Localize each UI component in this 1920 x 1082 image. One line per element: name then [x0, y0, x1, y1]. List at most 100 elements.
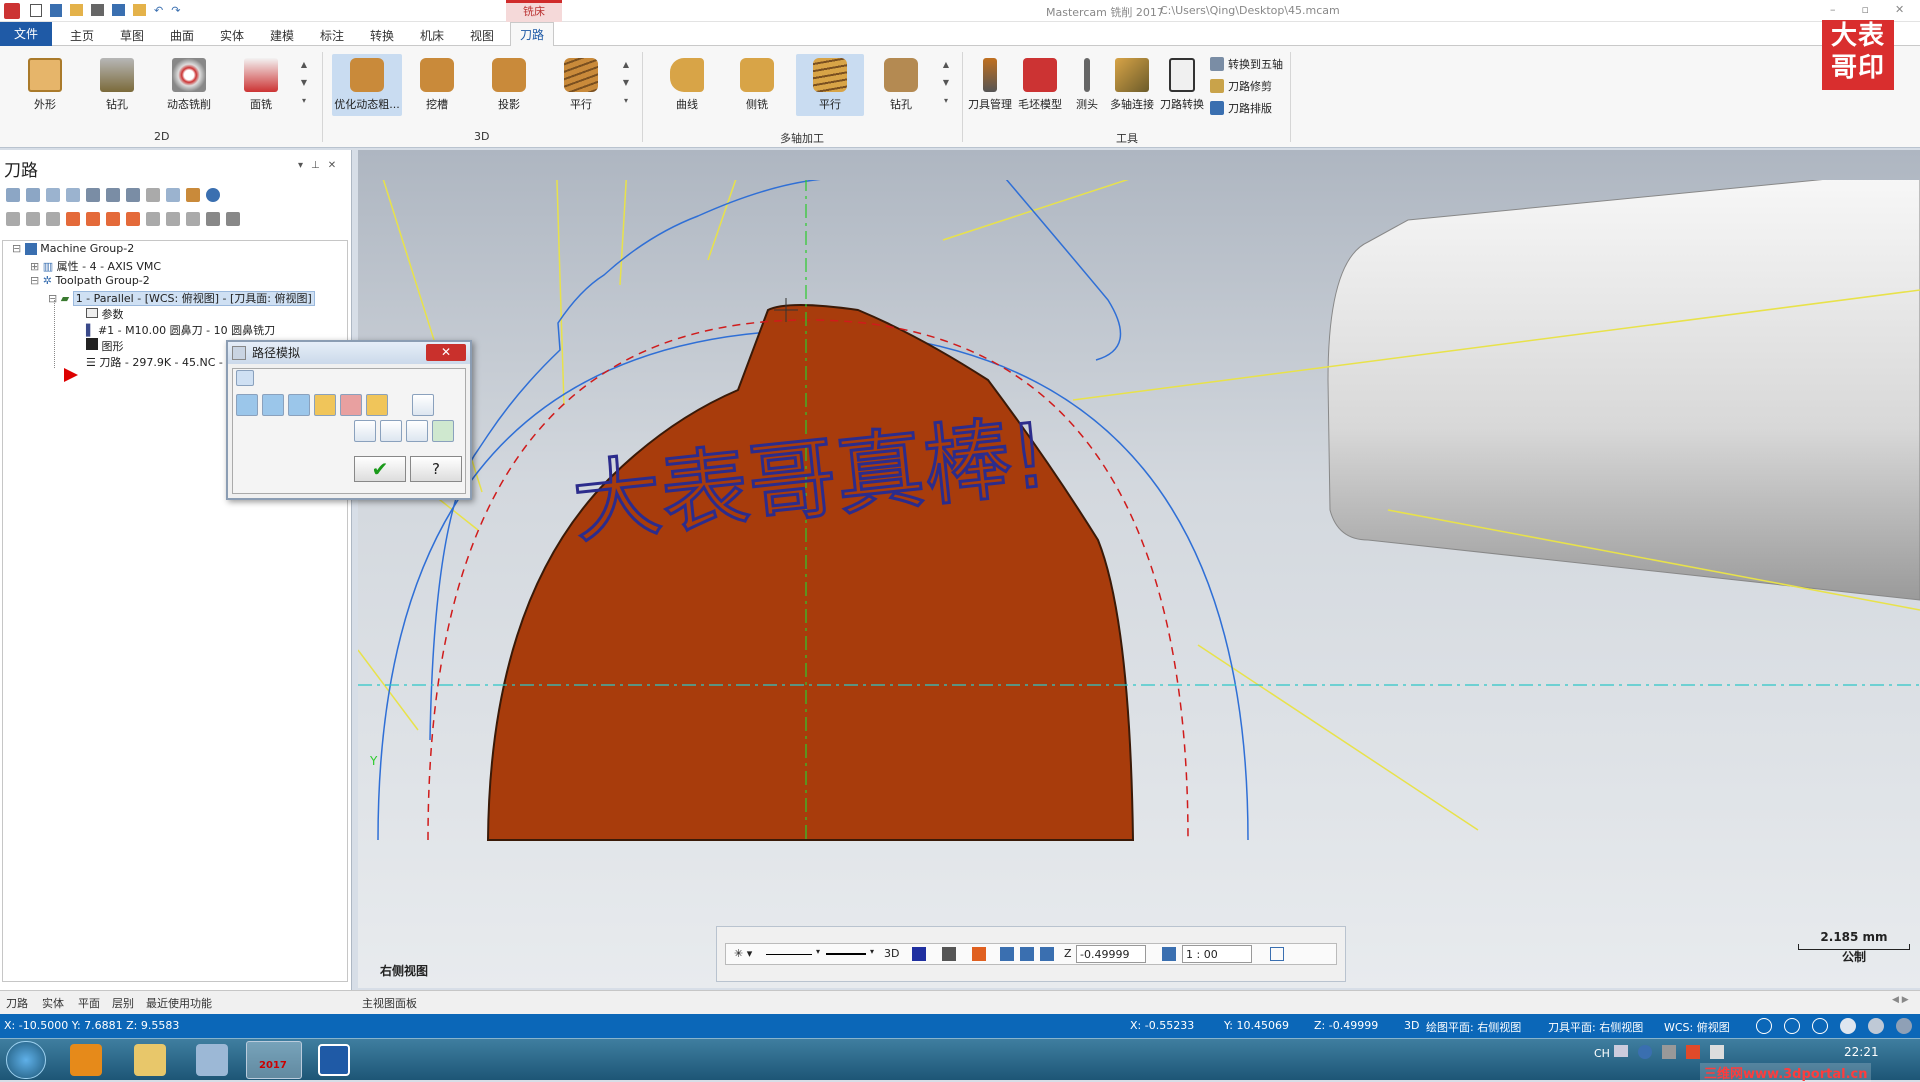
graphics-viewport[interactable]: 大表哥真棒! Z Y 右侧视图 2.185 mm 公制: [358, 150, 1920, 988]
line-style-dropdown-icon[interactable]: ▾: [816, 947, 820, 956]
line-width-dropdown-icon[interactable]: ▾: [870, 947, 874, 956]
mode-3d-toggle[interactable]: 3D: [884, 947, 899, 960]
tree-node-tool[interactable]: ▌ #1 - M10.00 圆鼻刀 - 10 圆鼻铣刀: [86, 322, 275, 338]
point-style-select[interactable]: ✳ ▾: [734, 947, 752, 960]
open-icon[interactable]: [70, 4, 83, 16]
gallery-scroll[interactable]: ▲ ▼ ▾: [298, 56, 310, 116]
edit-icon[interactable]: [186, 188, 200, 202]
speaker-icon[interactable]: [1710, 1045, 1724, 1059]
menu-solid[interactable]: 实体: [220, 27, 244, 44]
tab-levels[interactable]: 层别: [112, 995, 134, 1011]
menu-view[interactable]: 视图: [470, 27, 494, 44]
tree-node-geometry[interactable]: 图形: [86, 338, 124, 354]
toggle-post-icon[interactable]: [46, 212, 60, 226]
ribbon-parallel-multiaxis-button[interactable]: 平行: [796, 54, 864, 116]
machine-def-icon[interactable]: [206, 212, 220, 226]
start-button[interactable]: [6, 1041, 46, 1079]
configure-icon[interactable]: [412, 394, 434, 416]
ribbon-face-button[interactable]: 面铣: [230, 58, 292, 112]
save-geometry-icon[interactable]: [432, 420, 454, 442]
solid-color-icon[interactable]: [942, 947, 956, 961]
select-all-icon[interactable]: [6, 188, 20, 202]
help-button[interactable]: ?: [410, 456, 462, 482]
ribbon-curve-button[interactable]: 曲线: [656, 58, 718, 112]
menu-toolpaths[interactable]: 刀路: [510, 22, 555, 46]
shaded-sphere-icon[interactable]: [1840, 1018, 1856, 1034]
app-icon[interactable]: [4, 3, 20, 19]
ribbon-pocket-button[interactable]: 挖槽: [406, 58, 468, 112]
status-x[interactable]: X: -0.55233: [1130, 1019, 1194, 1032]
tab-solids[interactable]: 实体: [42, 995, 64, 1011]
menu-model[interactable]: 建模: [270, 27, 294, 44]
toolpath-section-icon[interactable]: [380, 420, 402, 442]
viewsheet-scroll[interactable]: ◀ ▶: [1892, 995, 1909, 1005]
collapse-icon[interactable]: [236, 370, 254, 386]
tree-node-parameters[interactable]: 参数: [86, 306, 124, 322]
viewport-canvas[interactable]: 大表哥真棒! Z Y: [358, 180, 1920, 988]
lock-icon[interactable]: [6, 212, 20, 226]
dialog-close-button[interactable]: ✕: [426, 344, 466, 361]
group-icon[interactable]: [1040, 947, 1054, 961]
simulate-icon[interactable]: [126, 188, 140, 202]
minimize-icon[interactable]: –: [1830, 3, 1836, 16]
ok-button[interactable]: ✔: [354, 456, 406, 482]
panel-toolbar-row2[interactable]: [6, 212, 296, 228]
expand-icon[interactable]: [166, 212, 180, 226]
status-y[interactable]: Y: 10.45069: [1224, 1019, 1289, 1032]
status-tplane[interactable]: 刀具平面: 右侧视图: [1548, 1019, 1643, 1035]
move-up-icon[interactable]: [86, 212, 100, 226]
ribbon-optirough-button[interactable]: 优化动态粗...: [332, 54, 402, 116]
tab-planes[interactable]: 平面: [78, 995, 100, 1011]
keyboard-icon[interactable]: [1614, 1045, 1628, 1057]
tree-node-toolpath-group[interactable]: ⊟ ✲ Toolpath Group-2: [30, 274, 150, 287]
toggle-display-icon[interactable]: [26, 212, 40, 226]
ribbon-multiaxis-drill-button[interactable]: 钻孔: [870, 58, 932, 112]
tray-lang[interactable]: CH: [1594, 1047, 1610, 1060]
folder-icon[interactable]: [133, 4, 146, 16]
line-style-select[interactable]: [766, 954, 812, 955]
tab-recent[interactable]: 最近使用功能: [146, 995, 212, 1011]
quick-verify-icon[interactable]: [366, 394, 388, 416]
display-tool-icon[interactable]: [236, 394, 258, 416]
view-mode-icons[interactable]: [1756, 1018, 1912, 1034]
level-icon[interactable]: [1162, 947, 1176, 961]
scroll-to-icon[interactable]: [146, 212, 160, 226]
z-depth-input[interactable]: -0.49999: [1076, 945, 1146, 963]
regen-icon[interactable]: [46, 188, 60, 202]
backplot-dialog[interactable]: 路径模拟 ✕ ✔ ?: [226, 340, 472, 500]
taskbar-app-blue[interactable]: [318, 1044, 350, 1076]
display-rapid-icon[interactable]: [288, 394, 310, 416]
tree-node-properties[interactable]: ⊞ ▥ 属性 - 4 - AXIS VMC: [30, 258, 161, 274]
translucent-sphere-icon[interactable]: [1896, 1018, 1912, 1034]
snap-icon[interactable]: [1000, 947, 1014, 961]
menu-machine[interactable]: 机床: [420, 27, 444, 44]
redo-icon[interactable]: ↷: [171, 4, 180, 18]
tray-app-icon[interactable]: [1686, 1045, 1700, 1059]
menu-sketch[interactable]: 草图: [120, 27, 144, 44]
menu-transform[interactable]: 转换: [370, 27, 394, 44]
panel-controls[interactable]: ▾⊥✕: [298, 160, 344, 171]
status-z[interactable]: Z: -0.49999: [1314, 1019, 1378, 1032]
taskbar-explorer[interactable]: [134, 1044, 166, 1076]
insert-after-icon[interactable]: [126, 212, 140, 226]
display-endpoints-icon[interactable]: [340, 394, 362, 416]
gallery-scroll[interactable]: ▲ ▼ ▾: [620, 56, 632, 116]
new-file-icon[interactable]: [30, 4, 42, 17]
menu-file[interactable]: 文件: [0, 22, 52, 46]
ribbon-drill-button[interactable]: 钻孔: [86, 58, 148, 112]
maximize-icon[interactable]: ▫: [1862, 3, 1869, 16]
ribbon-stock-model-button[interactable]: 毛坯模型: [1012, 58, 1068, 112]
globe-icon[interactable]: [1784, 1018, 1800, 1034]
trim-toolpath-button[interactable]: 刀路修剪: [1210, 78, 1272, 94]
status-wcs[interactable]: WCS: 俯视图: [1664, 1019, 1730, 1035]
ribbon-tool-manager-button[interactable]: 刀具管理: [962, 58, 1018, 112]
taskbar-calculator[interactable]: [196, 1044, 228, 1076]
taskbar-media-player[interactable]: [70, 1044, 102, 1076]
save-icon[interactable]: [50, 4, 62, 17]
move-down-icon[interactable]: [66, 212, 80, 226]
select-invalid-icon[interactable]: [26, 188, 40, 202]
highfeed-icon[interactable]: [226, 212, 240, 226]
line-width-select[interactable]: [826, 953, 866, 955]
menu-surface[interactable]: 曲面: [170, 27, 194, 44]
tab-main-viewsheet[interactable]: 主视图面板: [362, 995, 417, 1011]
